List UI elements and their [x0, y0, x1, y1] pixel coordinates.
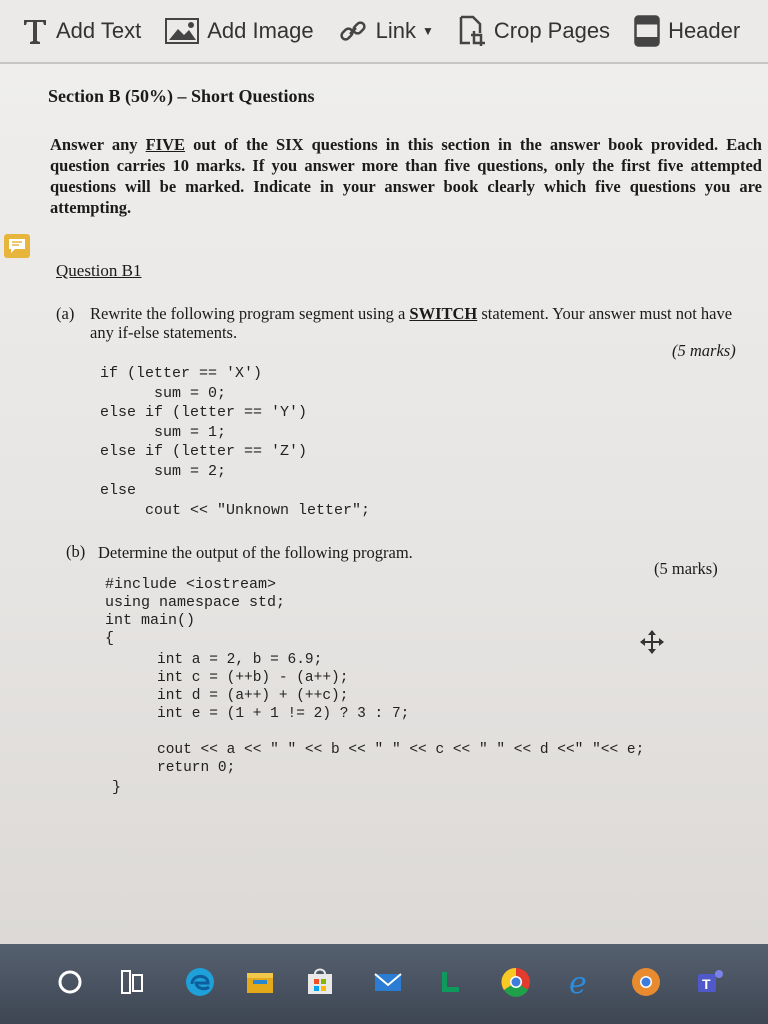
- part-b-code-body: int a = 2, b = 6.9; int c = (++b) - (a++)…: [157, 651, 644, 777]
- part-b-marks: (5 marks): [654, 559, 718, 578]
- mail-icon[interactable]: [370, 964, 406, 1000]
- code-line: sum = 1;: [100, 423, 227, 441]
- text-t-icon: [24, 20, 46, 44]
- crop-pages-button[interactable]: Crop Pages: [446, 0, 622, 62]
- file-explorer-icon[interactable]: [242, 964, 278, 1000]
- part-b-code-end: }: [112, 779, 122, 796]
- link-icon: [339, 21, 366, 41]
- comment-icon[interactable]: [4, 234, 30, 258]
- link-label: Link: [375, 18, 416, 43]
- part-a-label: (a): [56, 304, 75, 323]
- windows-taskbar: e T: [0, 944, 768, 1024]
- code-line: using namespace std;: [105, 594, 286, 611]
- code-line: return 0;: [157, 760, 236, 776]
- code-line: if (letter == 'X'): [100, 365, 263, 382]
- link-button[interactable]: Link ▼: [326, 0, 446, 62]
- chevron-down-icon: ▼: [421, 24, 434, 38]
- part-a-text: Rewrite the following program segment us…: [90, 304, 745, 342]
- move-cursor-icon: [640, 630, 664, 654]
- question-title: Question B1: [56, 261, 142, 280]
- image-icon: [165, 18, 200, 44]
- document-page: Section B (50%) – Short Questions Answer…: [0, 64, 768, 944]
- code-line: sum = 2;: [100, 462, 227, 480]
- chrome-icon[interactable]: [498, 964, 534, 1000]
- instructions-five: FIVE: [145, 135, 186, 154]
- code-line: {: [105, 630, 115, 647]
- svg-text:e: e: [569, 966, 587, 1000]
- crop-pages-icon: [459, 15, 485, 46]
- part-a-code: if (letter == 'X') sum = 0; else if (lett…: [100, 364, 370, 520]
- edge-icon[interactable]: [182, 964, 218, 1000]
- teams-icon[interactable]: T: [692, 964, 728, 1000]
- part-a-marks: (5 marks): [672, 341, 736, 360]
- svg-text:T: T: [702, 976, 711, 992]
- part-a-text-1: Rewrite the following program segment us…: [90, 304, 410, 323]
- code-line: sum = 0;: [100, 384, 227, 402]
- header-footer-icon: [634, 15, 660, 47]
- code-line: else if (letter == 'Z'): [100, 443, 308, 460]
- code-line: int e = (1 + 1 != 2) ? 3 : 7;: [157, 706, 410, 722]
- add-text-button[interactable]: Add Text: [0, 0, 153, 62]
- instructions-text-1: Answer any: [50, 135, 146, 154]
- add-image-label: Add Image: [207, 18, 314, 43]
- internet-explorer-icon[interactable]: e: [562, 964, 598, 1000]
- instructions-paragraph: Answer any FIVE out of the SIX questions…: [50, 134, 762, 218]
- code-line: int main(): [105, 612, 196, 629]
- add-text-label: Add Text: [56, 18, 142, 43]
- part-b-text: Determine the output of the following pr…: [98, 543, 413, 562]
- code-line: else: [100, 482, 137, 499]
- code-line: int d = (a++) + (++c);: [157, 688, 349, 704]
- crop-pages-label: Crop Pages: [493, 18, 611, 43]
- store-icon[interactable]: [302, 964, 338, 1000]
- header-label: Header: [668, 18, 741, 43]
- teams-flow-icon[interactable]: [432, 964, 468, 1000]
- section-title: Section B (50%) – Short Questions: [48, 86, 315, 106]
- code-line: #include <iostream>: [105, 576, 277, 593]
- part-b-code-head: #include <iostream> using namespace std; i…: [105, 576, 285, 648]
- code-line: int a = 2, b = 6.9;: [157, 652, 323, 668]
- part-b-label: (b): [66, 542, 86, 561]
- add-image-button[interactable]: Add Image: [153, 0, 325, 62]
- code-line: cout << a << " " << b << " " << c << " "…: [157, 742, 645, 758]
- header-button[interactable]: Header: [622, 0, 752, 62]
- editor-toolbar: Add Text Add Image Link ▼ Crop Pages Hea…: [0, 0, 768, 64]
- part-a-switch: SWITCH: [409, 304, 478, 323]
- task-view-icon[interactable]: [114, 964, 150, 1000]
- code-line: cout << "Unknown letter";: [100, 501, 371, 519]
- chrome-2-icon[interactable]: [628, 964, 664, 1000]
- search-circle-icon[interactable]: [52, 964, 88, 1000]
- code-line: int c = (++b) - (a++);: [157, 670, 349, 686]
- code-line: else if (letter == 'Y'): [100, 404, 308, 421]
